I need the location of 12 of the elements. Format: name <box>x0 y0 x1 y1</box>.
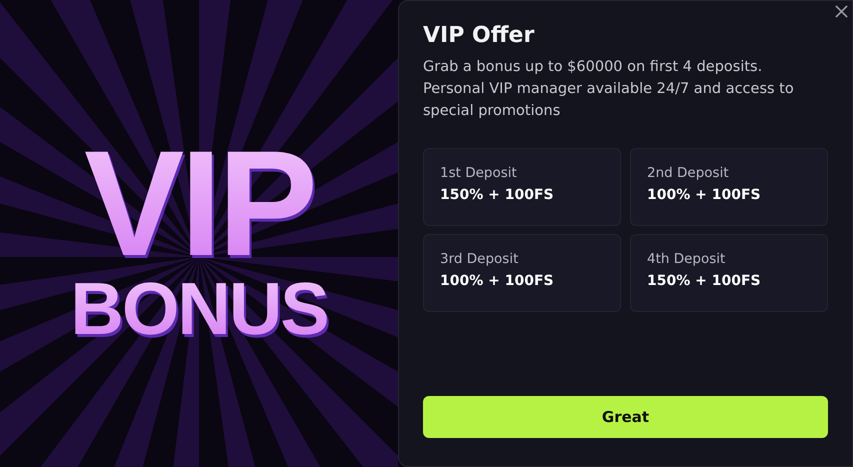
deposit-bonus: 150% + 100FS <box>647 273 762 289</box>
deposit-label: 1st Deposit <box>440 165 518 181</box>
close-icon[interactable] <box>835 5 848 18</box>
deposit-label: 2nd Deposit <box>647 165 730 181</box>
great-button[interactable]: Great <box>423 396 828 438</box>
deposit-label: 3rd Deposit <box>440 251 520 267</box>
deposit-bonus: 100% + 100FS <box>440 273 555 289</box>
deposit-label: 4th Deposit <box>647 251 726 267</box>
dialog-title: VIP Offer <box>423 23 536 48</box>
deposit-bonus: 150% + 100FS <box>440 187 555 203</box>
offer-description: Grab a bonus up to $60000 on first 4 deposits. Personal VIP manager available 24/7 and access to special promotions <box>423 58 795 121</box>
deposit-bonus: 100% + 100FS <box>647 187 762 203</box>
